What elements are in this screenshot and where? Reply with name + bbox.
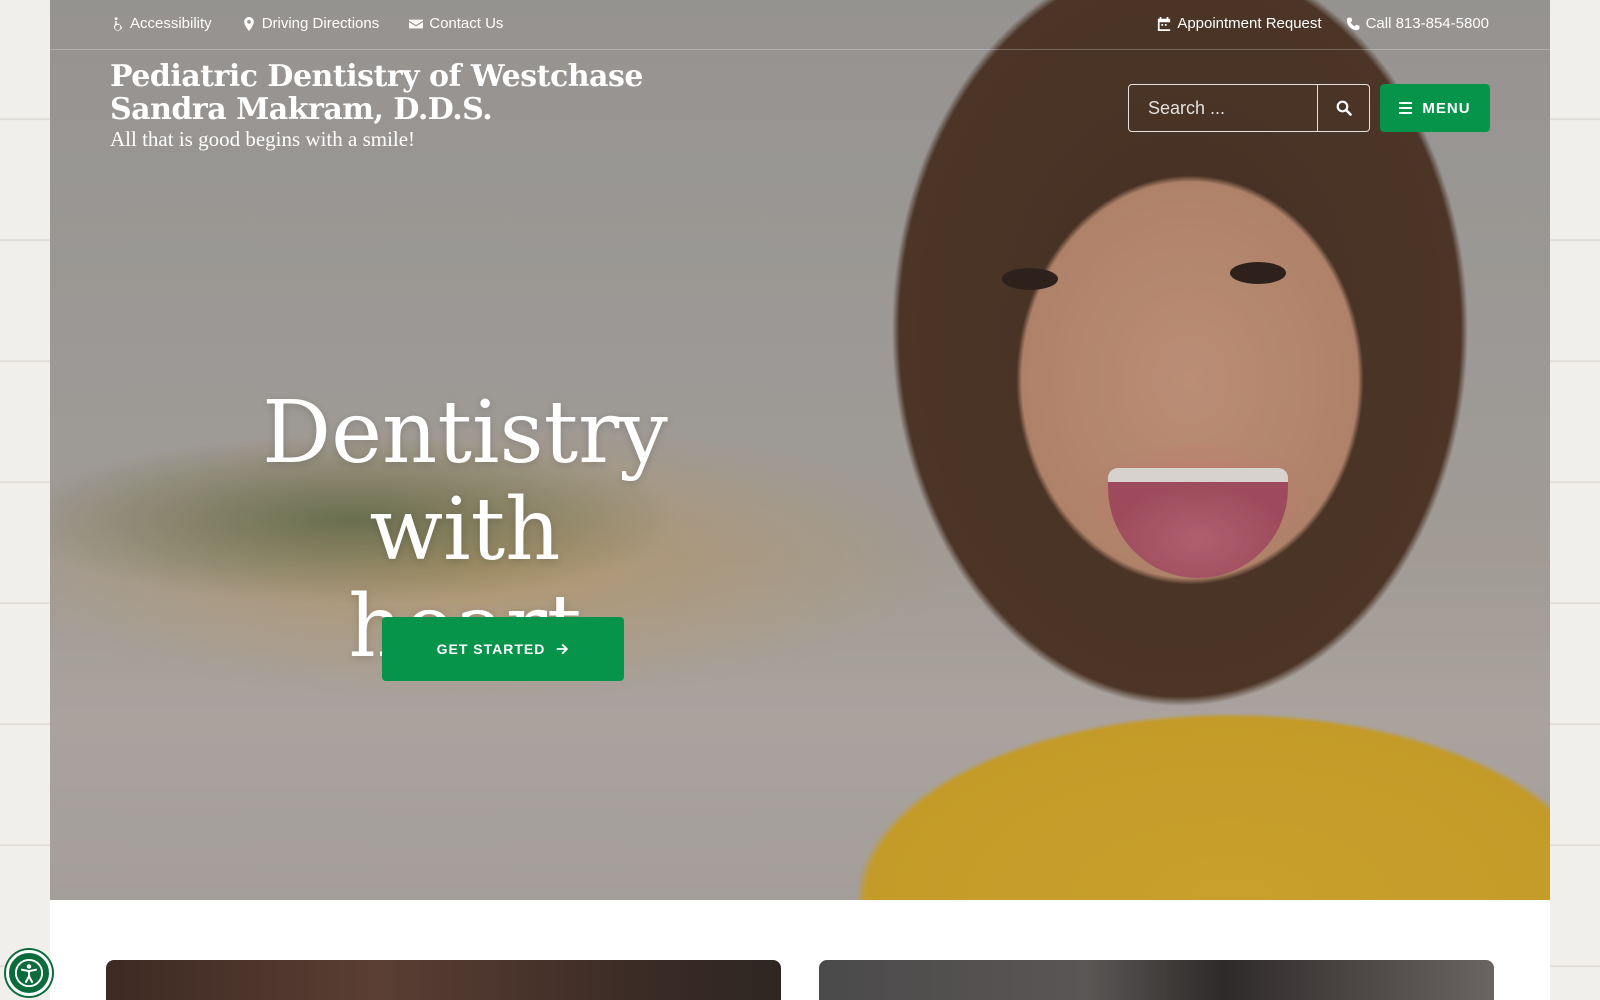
contact-us-link-label: Contact Us [429,15,504,32]
phone-icon [1346,16,1360,30]
contact-us-link[interactable]: Contact Us [409,15,503,32]
map-marker-icon [243,16,254,31]
page: Accessibility Driving Directions Contact… [50,0,1550,1000]
driving-directions-link[interactable]: Driving Directions [242,15,380,32]
appointment-request-link[interactable]: Appointment Request [1157,15,1322,32]
call-phone-link[interactable]: Call 813-854-5800 [1346,15,1489,32]
utility-links-right: Appointment Request Call 813-854-5800 [1157,15,1489,32]
utility-links-left: Accessibility Driving Directions Contact… [110,15,503,32]
accessibility-link[interactable]: Accessibility [110,15,212,32]
appointment-request-link-label: Appointment Request [1177,15,1322,32]
search-form [1128,84,1370,132]
utility-bar: Accessibility Driving Directions Contact… [50,0,1550,50]
doctor-name: Sandra Makram, D.D.S. [110,92,493,127]
get-started-button[interactable]: GET STARTED [382,617,624,681]
envelope-icon [409,19,424,28]
wheelchair-icon [113,16,123,31]
feature-card[interactable] [106,960,781,1000]
site-tagline: All that is good begins with a smile! [110,127,416,151]
get-started-label: GET STARTED [436,641,546,657]
menu-button[interactable]: MENU [1380,84,1490,132]
practice-name: Pediatric Dentistry of Westchase [110,59,643,94]
search-icon [1336,100,1352,116]
arrow-right-icon [557,643,569,655]
driving-directions-link-label: Driving Directions [261,15,380,32]
search-input[interactable] [1129,85,1317,131]
accessibility-person-icon [14,958,44,988]
feature-card[interactable] [819,960,1494,1000]
accessibility-widget-button[interactable] [6,950,52,996]
accessibility-link-label: Accessibility [130,15,212,32]
hamburger-icon [1399,102,1413,114]
call-phone-link-label: Call 813-854-5800 [1365,15,1489,32]
calendar-icon [1158,16,1171,31]
hero-banner: Accessibility Driving Directions Contact… [50,0,1550,900]
menu-button-label: MENU [1422,99,1471,117]
hero-headline-line1: Dentistry [262,383,668,483]
search-submit-button[interactable] [1317,85,1369,131]
site-brand[interactable]: Pediatric Dentistry of Westchase Sandra … [110,60,643,152]
